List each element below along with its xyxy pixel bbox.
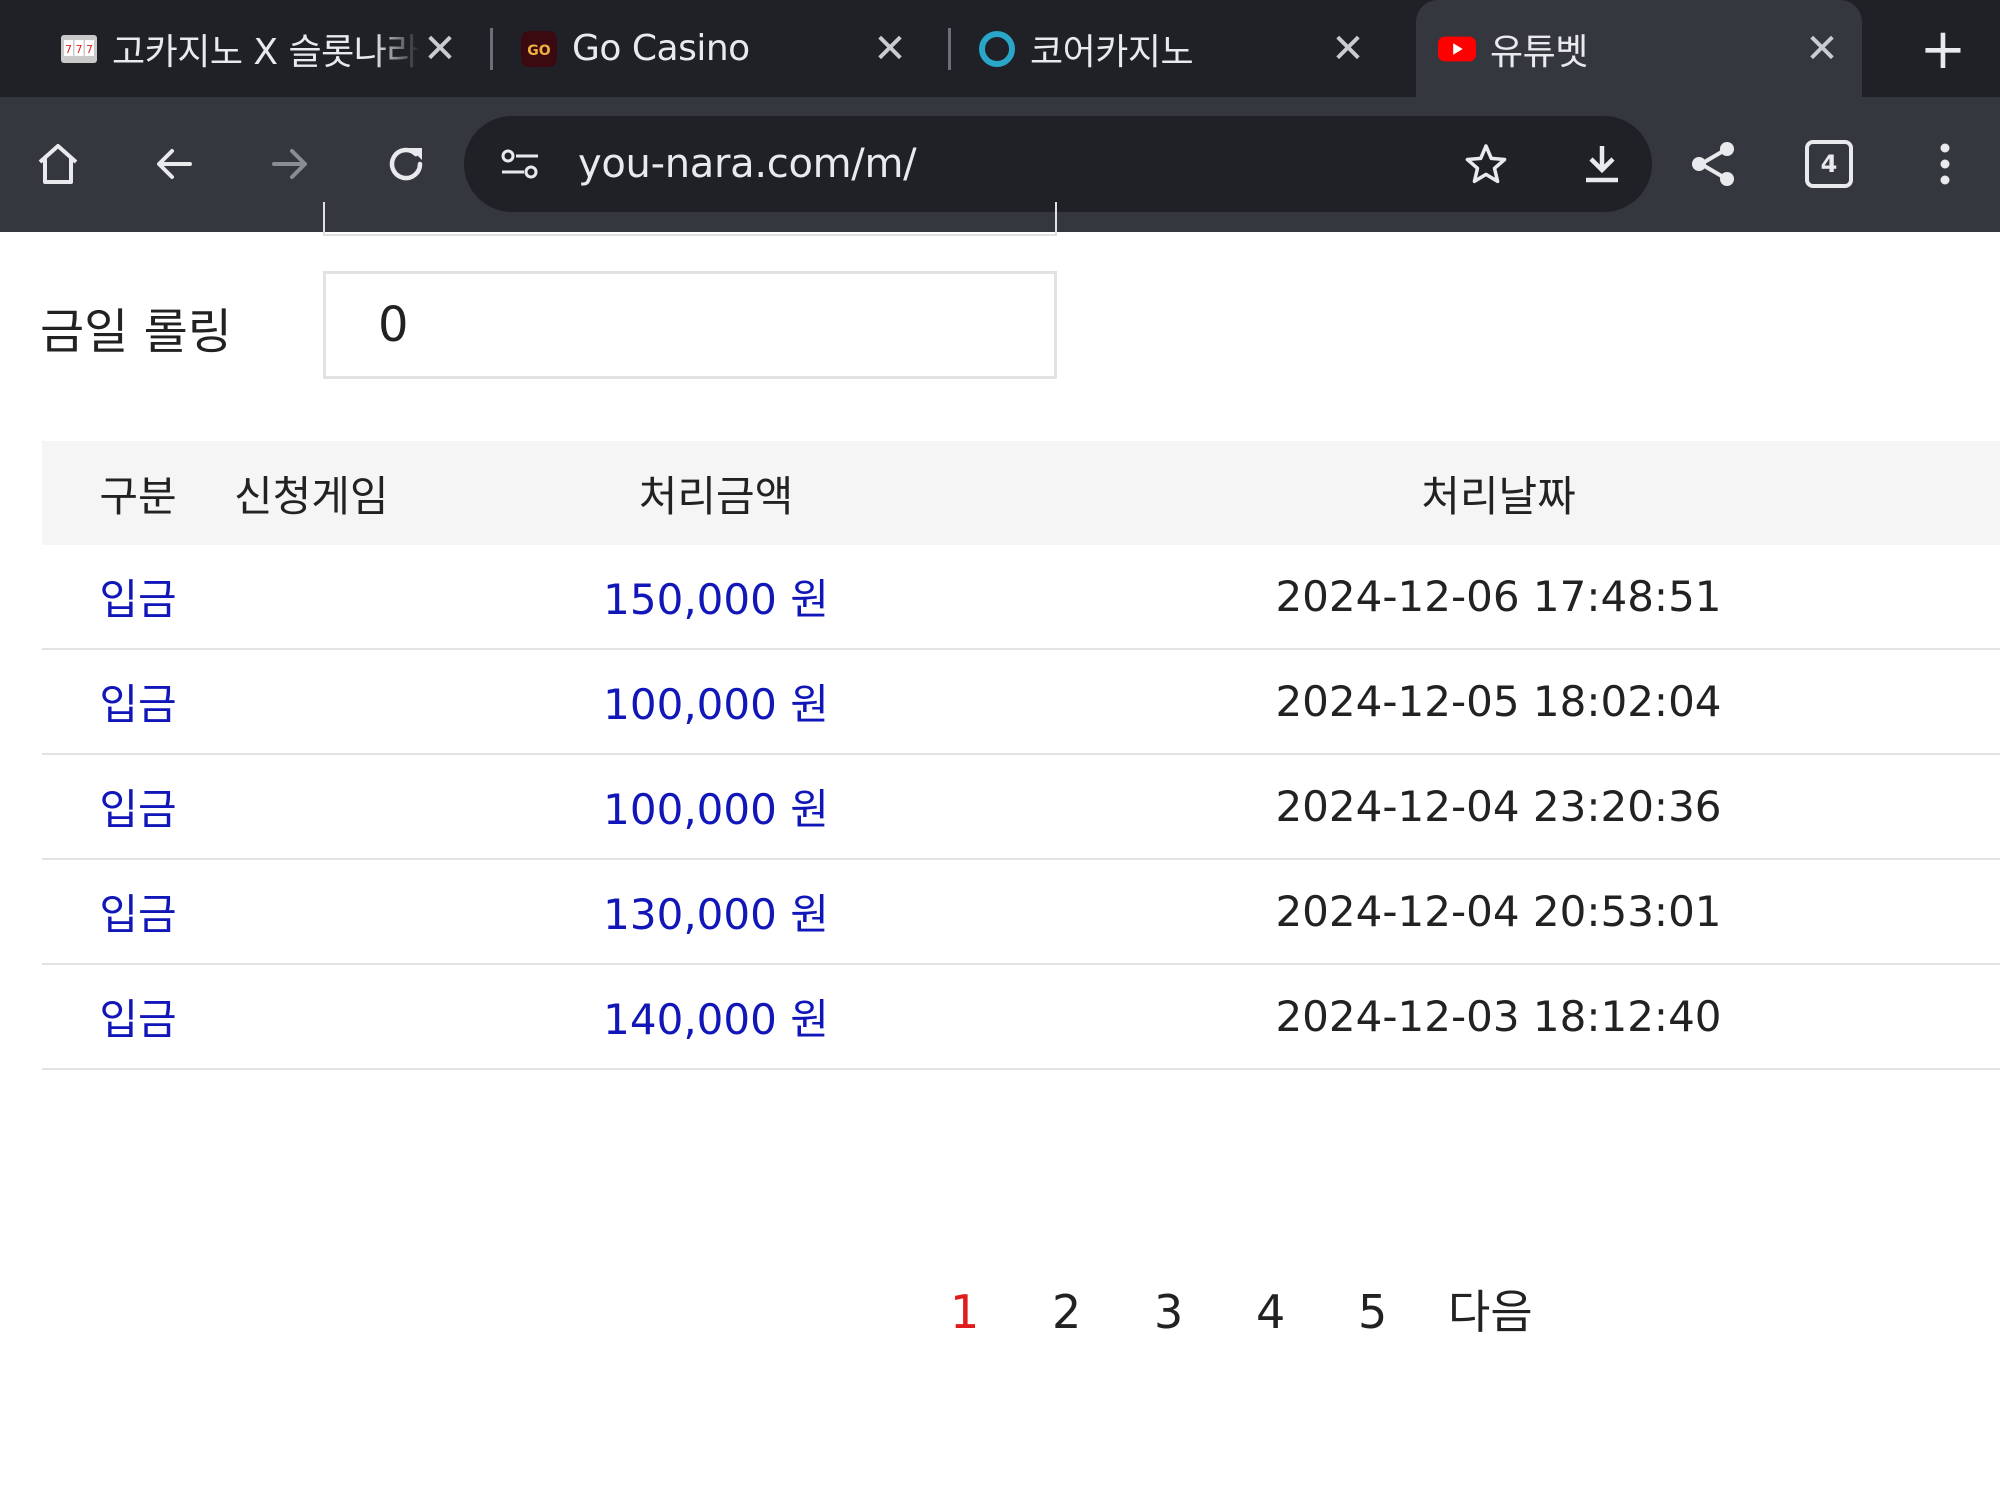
header-amount: 처리금액 (435, 441, 997, 545)
share-icon (1692, 142, 1734, 186)
row-date: 2024-12-04 23:20:36 (997, 754, 2000, 860)
page-link-4[interactable]: 4 (1256, 1272, 1285, 1352)
row-game (234, 964, 435, 1070)
table-row[interactable]: 입금 150,000 원 2024-12-06 17:48:51 (42, 545, 2000, 650)
rolling-label: 금일 롤링 (40, 304, 232, 360)
svg-text:7: 7 (86, 43, 93, 56)
arrow-left-icon (157, 149, 192, 179)
menu-button[interactable] (1905, 124, 1985, 204)
home-icon (38, 144, 78, 184)
page-link-2[interactable]: 2 (1052, 1272, 1081, 1352)
rolling-value-field: 0 (323, 271, 1057, 379)
tab-count: 4 (1805, 140, 1853, 188)
tab-gocasino-slotnara[interactable]: 7 7 7 고카지노 X 슬롯나라 ✕ (60, 0, 480, 97)
page-link-3[interactable]: 3 (1154, 1272, 1183, 1352)
page-link-1[interactable]: 1 (950, 1272, 979, 1352)
row-amount: 100,000 원 (435, 754, 997, 860)
tab-core-casino[interactable]: 코어카지노 ✕ (978, 0, 1388, 97)
row-type: 입금 (42, 859, 234, 965)
home-button[interactable] (18, 124, 98, 204)
close-tab-icon[interactable]: ✕ (870, 26, 910, 72)
row-amount: 150,000 원 (435, 545, 997, 650)
header-type: 구분 (42, 441, 234, 545)
rolling-value: 0 (378, 297, 409, 353)
row-game (234, 754, 435, 860)
header-date: 처리날짜 (997, 441, 2000, 545)
go-casino-icon: GO (520, 30, 558, 68)
reload-button[interactable] (366, 124, 446, 204)
tab-title: 고카지노 X 슬롯나라 (112, 31, 420, 73)
url-text: you-nara.com/m/ (578, 141, 917, 187)
tab-title: 유튜벳 (1490, 31, 1588, 73)
arrow-right-icon (272, 149, 307, 179)
bookmark-star-icon[interactable] (1456, 134, 1516, 194)
more-vert-icon (1940, 143, 1950, 185)
header-game: 신청게임 (234, 441, 435, 545)
row-date: 2024-12-06 17:48:51 (997, 545, 2000, 650)
svg-text:GO: GO (527, 43, 550, 59)
back-button[interactable] (134, 124, 214, 204)
row-type: 입금 (42, 545, 234, 650)
tab-divider (490, 28, 493, 70)
table-row[interactable]: 입금 100,000 원 2024-12-04 23:20:36 (42, 754, 2000, 860)
svg-text:7: 7 (65, 43, 72, 56)
address-bar[interactable]: you-nara.com/m/ (464, 116, 1652, 212)
tab-divider (948, 28, 951, 70)
slot-machine-icon: 7 7 7 (60, 30, 98, 68)
transaction-table: 구분 신청게임 처리금액 처리날짜 입금 150,000 원 2024-12-0… (42, 441, 2000, 1070)
row-game (234, 545, 435, 650)
table-row[interactable]: 입금 140,000 원 2024-12-03 18:12:40 (42, 964, 2000, 1070)
forward-button[interactable] (250, 124, 330, 204)
row-amount: 140,000 원 (435, 964, 997, 1070)
site-settings-icon[interactable] (490, 134, 550, 194)
table-row[interactable]: 입금 130,000 원 2024-12-04 20:53:01 (42, 859, 2000, 965)
row-type: 입금 (42, 649, 234, 755)
row-amount: 100,000 원 (435, 649, 997, 755)
row-date: 2024-12-04 20:53:01 (997, 859, 2000, 965)
row-amount: 130,000 원 (435, 859, 997, 965)
ring-icon (978, 30, 1016, 68)
new-tab-button[interactable]: + (1908, 14, 1978, 84)
row-game (234, 859, 435, 965)
reload-icon (389, 147, 423, 181)
tab-go-casino[interactable]: GO Go Casino ✕ (520, 0, 930, 97)
page-link-5[interactable]: 5 (1358, 1272, 1387, 1352)
input-field-partial (323, 202, 1057, 236)
close-tab-icon[interactable]: ✕ (1328, 26, 1368, 72)
tab-title: Go Casino (572, 28, 750, 69)
row-type: 입금 (42, 754, 234, 860)
share-button[interactable] (1673, 124, 1753, 204)
page-content: 금일 롤링 0 구분 신청게임 처리금액 처리날짜 입금 150,000 원 2… (0, 202, 2000, 1491)
tab-switcher-button[interactable]: 4 (1789, 124, 1869, 204)
tab-youtubet[interactable]: 유튜벳 ✕ (1416, 0, 1862, 97)
youtube-icon (1438, 30, 1476, 68)
tab-title: 코어카지노 (1030, 31, 1194, 73)
download-icon[interactable] (1572, 134, 1632, 194)
close-tab-icon[interactable]: ✕ (1802, 26, 1842, 72)
row-date: 2024-12-05 18:02:04 (997, 649, 2000, 755)
close-tab-icon[interactable]: ✕ (420, 26, 460, 72)
row-date: 2024-12-03 18:12:40 (997, 964, 2000, 1070)
row-type: 입금 (42, 964, 234, 1070)
table-header-row: 구분 신청게임 처리금액 처리날짜 (42, 441, 2000, 545)
row-game (234, 649, 435, 755)
tab-strip: 7 7 7 고카지노 X 슬롯나라 ✕ GO Go Casino ✕ 코어카지노… (0, 0, 2000, 97)
table-row[interactable]: 입금 100,000 원 2024-12-05 18:02:04 (42, 649, 2000, 755)
next-page-link[interactable]: 다음 (1448, 1272, 1533, 1352)
svg-text:7: 7 (76, 43, 83, 56)
